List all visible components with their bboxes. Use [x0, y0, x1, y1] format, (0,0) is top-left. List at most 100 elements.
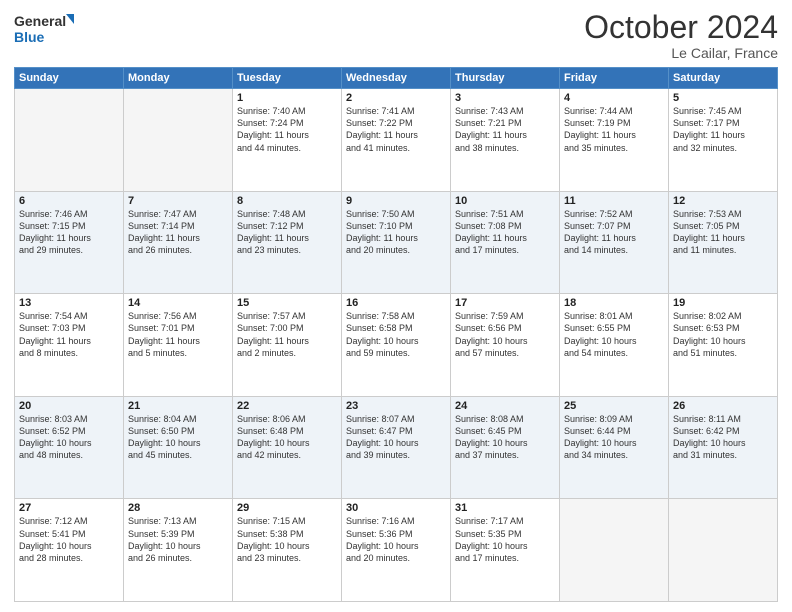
table-cell: 16Sunrise: 7:58 AM Sunset: 6:58 PM Dayli… — [342, 294, 451, 397]
day-number: 4 — [564, 92, 664, 104]
day-number: 22 — [237, 400, 337, 412]
cell-content: Sunrise: 8:11 AM Sunset: 6:42 PM Dayligh… — [673, 413, 773, 462]
table-cell: 22Sunrise: 8:06 AM Sunset: 6:48 PM Dayli… — [233, 396, 342, 499]
table-cell: 1Sunrise: 7:40 AM Sunset: 7:24 PM Daylig… — [233, 89, 342, 192]
cell-content: Sunrise: 7:46 AM Sunset: 7:15 PM Dayligh… — [19, 208, 119, 257]
table-cell: 13Sunrise: 7:54 AM Sunset: 7:03 PM Dayli… — [15, 294, 124, 397]
table-cell: 30Sunrise: 7:16 AM Sunset: 5:36 PM Dayli… — [342, 499, 451, 602]
table-cell: 20Sunrise: 8:03 AM Sunset: 6:52 PM Dayli… — [15, 396, 124, 499]
day-number: 7 — [128, 195, 228, 207]
table-cell: 19Sunrise: 8:02 AM Sunset: 6:53 PM Dayli… — [669, 294, 778, 397]
table-cell — [124, 89, 233, 192]
day-number: 11 — [564, 195, 664, 207]
table-cell: 29Sunrise: 7:15 AM Sunset: 5:38 PM Dayli… — [233, 499, 342, 602]
cell-content: Sunrise: 7:53 AM Sunset: 7:05 PM Dayligh… — [673, 208, 773, 257]
table-cell: 5Sunrise: 7:45 AM Sunset: 7:17 PM Daylig… — [669, 89, 778, 192]
cell-content: Sunrise: 8:06 AM Sunset: 6:48 PM Dayligh… — [237, 413, 337, 462]
table-cell: 27Sunrise: 7:12 AM Sunset: 5:41 PM Dayli… — [15, 499, 124, 602]
table-cell: 24Sunrise: 8:08 AM Sunset: 6:45 PM Dayli… — [451, 396, 560, 499]
cell-content: Sunrise: 8:03 AM Sunset: 6:52 PM Dayligh… — [19, 413, 119, 462]
week-row-3: 13Sunrise: 7:54 AM Sunset: 7:03 PM Dayli… — [15, 294, 778, 397]
day-number: 13 — [19, 297, 119, 309]
logo: General Blue — [14, 10, 74, 48]
cell-content: Sunrise: 7:48 AM Sunset: 7:12 PM Dayligh… — [237, 208, 337, 257]
cell-content: Sunrise: 8:08 AM Sunset: 6:45 PM Dayligh… — [455, 413, 555, 462]
table-cell: 28Sunrise: 7:13 AM Sunset: 5:39 PM Dayli… — [124, 499, 233, 602]
table-cell — [669, 499, 778, 602]
cell-content: Sunrise: 7:12 AM Sunset: 5:41 PM Dayligh… — [19, 515, 119, 564]
day-number: 17 — [455, 297, 555, 309]
table-cell — [15, 89, 124, 192]
cell-content: Sunrise: 7:44 AM Sunset: 7:19 PM Dayligh… — [564, 105, 664, 154]
cell-content: Sunrise: 7:41 AM Sunset: 7:22 PM Dayligh… — [346, 105, 446, 154]
table-cell: 4Sunrise: 7:44 AM Sunset: 7:19 PM Daylig… — [560, 89, 669, 192]
table-cell: 25Sunrise: 8:09 AM Sunset: 6:44 PM Dayli… — [560, 396, 669, 499]
table-cell: 12Sunrise: 7:53 AM Sunset: 7:05 PM Dayli… — [669, 191, 778, 294]
cell-content: Sunrise: 7:50 AM Sunset: 7:10 PM Dayligh… — [346, 208, 446, 257]
location: Le Cailar, France — [584, 45, 778, 61]
cell-content: Sunrise: 7:57 AM Sunset: 7:00 PM Dayligh… — [237, 310, 337, 359]
cell-content: Sunrise: 7:13 AM Sunset: 5:39 PM Dayligh… — [128, 515, 228, 564]
day-number: 10 — [455, 195, 555, 207]
day-number: 21 — [128, 400, 228, 412]
day-number: 8 — [237, 195, 337, 207]
col-wednesday: Wednesday — [342, 68, 451, 89]
page: General Blue October 2024 Le Cailar, Fra… — [0, 0, 792, 612]
table-cell: 7Sunrise: 7:47 AM Sunset: 7:14 PM Daylig… — [124, 191, 233, 294]
col-sunday: Sunday — [15, 68, 124, 89]
day-number: 16 — [346, 297, 446, 309]
header: General Blue October 2024 Le Cailar, Fra… — [14, 10, 778, 61]
day-number: 30 — [346, 502, 446, 514]
cell-content: Sunrise: 7:59 AM Sunset: 6:56 PM Dayligh… — [455, 310, 555, 359]
day-number: 20 — [19, 400, 119, 412]
cell-content: Sunrise: 7:45 AM Sunset: 7:17 PM Dayligh… — [673, 105, 773, 154]
table-cell: 18Sunrise: 8:01 AM Sunset: 6:55 PM Dayli… — [560, 294, 669, 397]
cell-content: Sunrise: 7:17 AM Sunset: 5:35 PM Dayligh… — [455, 515, 555, 564]
cell-content: Sunrise: 7:52 AM Sunset: 7:07 PM Dayligh… — [564, 208, 664, 257]
cell-content: Sunrise: 7:40 AM Sunset: 7:24 PM Dayligh… — [237, 105, 337, 154]
day-number: 1 — [237, 92, 337, 104]
table-cell: 9Sunrise: 7:50 AM Sunset: 7:10 PM Daylig… — [342, 191, 451, 294]
cell-content: Sunrise: 7:43 AM Sunset: 7:21 PM Dayligh… — [455, 105, 555, 154]
cell-content: Sunrise: 7:15 AM Sunset: 5:38 PM Dayligh… — [237, 515, 337, 564]
day-number: 25 — [564, 400, 664, 412]
svg-text:Blue: Blue — [14, 29, 45, 45]
cell-content: Sunrise: 8:07 AM Sunset: 6:47 PM Dayligh… — [346, 413, 446, 462]
day-number: 24 — [455, 400, 555, 412]
day-number: 26 — [673, 400, 773, 412]
table-cell: 2Sunrise: 7:41 AM Sunset: 7:22 PM Daylig… — [342, 89, 451, 192]
cell-content: Sunrise: 8:02 AM Sunset: 6:53 PM Dayligh… — [673, 310, 773, 359]
svg-text:General: General — [14, 13, 66, 29]
week-row-1: 1Sunrise: 7:40 AM Sunset: 7:24 PM Daylig… — [15, 89, 778, 192]
table-cell: 10Sunrise: 7:51 AM Sunset: 7:08 PM Dayli… — [451, 191, 560, 294]
col-monday: Monday — [124, 68, 233, 89]
week-row-4: 20Sunrise: 8:03 AM Sunset: 6:52 PM Dayli… — [15, 396, 778, 499]
day-number: 18 — [564, 297, 664, 309]
day-number: 2 — [346, 92, 446, 104]
table-cell: 3Sunrise: 7:43 AM Sunset: 7:21 PM Daylig… — [451, 89, 560, 192]
day-number: 6 — [19, 195, 119, 207]
logo-svg: General Blue — [14, 10, 74, 48]
title-block: October 2024 Le Cailar, France — [584, 10, 778, 61]
table-cell: 11Sunrise: 7:52 AM Sunset: 7:07 PM Dayli… — [560, 191, 669, 294]
calendar-header-row: Sunday Monday Tuesday Wednesday Thursday… — [15, 68, 778, 89]
cell-content: Sunrise: 7:58 AM Sunset: 6:58 PM Dayligh… — [346, 310, 446, 359]
day-number: 14 — [128, 297, 228, 309]
day-number: 5 — [673, 92, 773, 104]
day-number: 29 — [237, 502, 337, 514]
cell-content: Sunrise: 8:09 AM Sunset: 6:44 PM Dayligh… — [564, 413, 664, 462]
cell-content: Sunrise: 7:16 AM Sunset: 5:36 PM Dayligh… — [346, 515, 446, 564]
calendar-table: Sunday Monday Tuesday Wednesday Thursday… — [14, 67, 778, 602]
cell-content: Sunrise: 8:01 AM Sunset: 6:55 PM Dayligh… — [564, 310, 664, 359]
table-cell: 23Sunrise: 8:07 AM Sunset: 6:47 PM Dayli… — [342, 396, 451, 499]
cell-content: Sunrise: 7:47 AM Sunset: 7:14 PM Dayligh… — [128, 208, 228, 257]
month-title: October 2024 — [584, 10, 778, 45]
table-cell: 17Sunrise: 7:59 AM Sunset: 6:56 PM Dayli… — [451, 294, 560, 397]
cell-content: Sunrise: 7:51 AM Sunset: 7:08 PM Dayligh… — [455, 208, 555, 257]
week-row-2: 6Sunrise: 7:46 AM Sunset: 7:15 PM Daylig… — [15, 191, 778, 294]
day-number: 3 — [455, 92, 555, 104]
col-friday: Friday — [560, 68, 669, 89]
table-cell: 21Sunrise: 8:04 AM Sunset: 6:50 PM Dayli… — [124, 396, 233, 499]
day-number: 31 — [455, 502, 555, 514]
cell-content: Sunrise: 7:54 AM Sunset: 7:03 PM Dayligh… — [19, 310, 119, 359]
